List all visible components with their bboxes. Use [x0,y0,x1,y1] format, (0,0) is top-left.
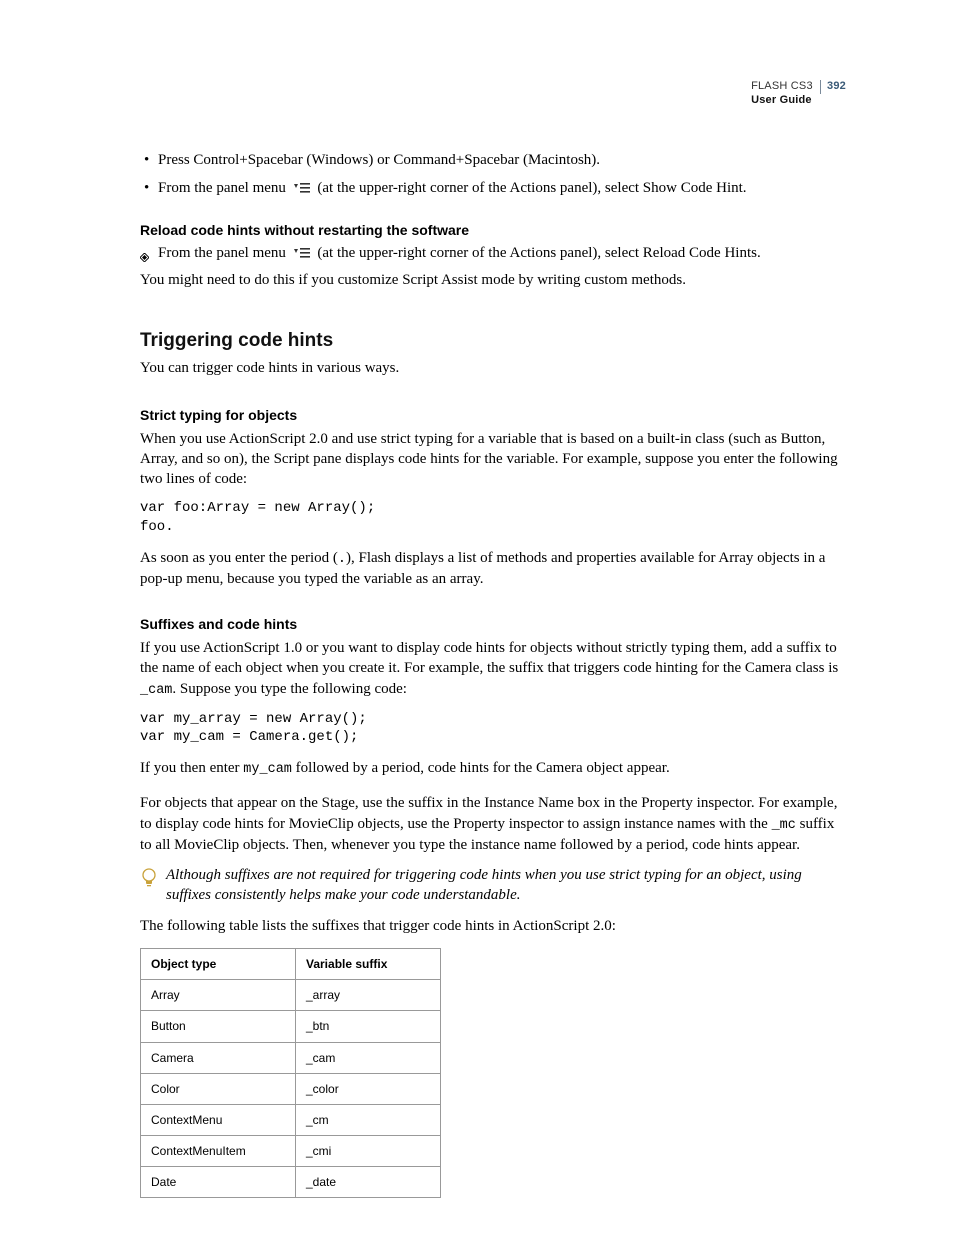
table-row: ContextMenuItem_cmi [141,1136,441,1167]
table-row: Color_color [141,1073,441,1104]
page-content: Press Control+Spacebar (Windows) or Comm… [140,150,849,1198]
tip-block: Although suffixes are not required for t… [140,865,849,906]
panel-menu-icon [293,247,311,259]
text-fragment: As soon as you enter the period ( [140,550,338,566]
step-text-prefix: From the panel menu [158,245,286,261]
table-row: Array_array [141,980,441,1011]
inline-code: _mc [772,818,796,833]
bullet-text-suffix: (at the upper-right corner of the Action… [317,180,746,196]
table-row: Button_btn [141,1011,441,1042]
table-header-cell: Object type [141,948,296,979]
doc-subtitle: User Guide [751,94,846,108]
subsection-heading: Suffixes and code hints [140,615,849,634]
top-bullet-list: Press Control+Spacebar (Windows) or Comm… [140,150,849,199]
product-name: FLASH CS3 [751,80,813,92]
bullet-text-prefix: From the panel menu [158,180,286,196]
code-block: var my_array = new Array(); var my_cam =… [140,710,849,746]
body-text: For objects that appear on the Stage, us… [140,793,849,855]
inline-code: _cam [140,683,172,698]
table-cell: ContextMenuItem [141,1136,296,1167]
lightbulb-icon [140,867,158,895]
table-cell: Button [141,1011,296,1042]
table-cell: Array [141,980,296,1011]
table-cell: _cmi [296,1136,441,1167]
step-text-suffix: (at the upper-right corner of the Action… [317,245,760,261]
table-cell: ContextMenu [141,1104,296,1135]
panel-menu-icon [293,182,311,194]
subsection-heading: Reload code hints without restarting the… [140,221,849,240]
body-text: You might need to do this if you customi… [140,270,849,290]
diamond-bullet-icon [140,248,149,257]
body-text: You can trigger code hints in various wa… [140,358,849,378]
text-fragment: . Suppose you type the following code: [172,681,407,697]
body-text: As soon as you enter the period (.), Fla… [140,548,849,589]
table-cell: _btn [296,1011,441,1042]
body-text: If you use ActionScript 1.0 or you want … [140,638,849,700]
text-fragment: If you use ActionScript 1.0 or you want … [140,640,838,676]
step-item: From the panel menu (at the upper-right … [140,243,849,263]
table-header-cell: Variable suffix [296,948,441,979]
bullet-text: Press Control+Spacebar (Windows) or Comm… [158,152,600,168]
table-row: Date_date [141,1167,441,1198]
code-block: var foo:Array = new Array(); foo. [140,499,849,535]
table-cell: Date [141,1167,296,1198]
inline-code: my_cam [243,762,292,777]
suffix-table: Object type Variable suffix Array_arrayB… [140,948,441,1199]
table-header-row: Object type Variable suffix [141,948,441,979]
inline-code: . [338,552,346,567]
running-header: FLASH CS3 392 User Guide [751,80,846,108]
section-heading: Triggering code hints [140,328,849,354]
text-fragment: If you then enter [140,760,243,776]
table-cell: _cam [296,1042,441,1073]
list-item: From the panel menu (at the upper-right … [140,178,849,198]
body-text: If you then enter my_cam followed by a p… [140,758,849,779]
body-text: When you use ActionScript 2.0 and use st… [140,429,849,490]
text-fragment: For objects that appear on the Stage, us… [140,795,837,831]
text-fragment: followed by a period, code hints for the… [292,760,670,776]
table-cell: Camera [141,1042,296,1073]
subsection-heading: Strict typing for objects [140,406,849,425]
table-cell: Color [141,1073,296,1104]
table-cell: _array [296,980,441,1011]
table-body: Array_arrayButton_btnCamera_camColor_col… [141,980,441,1198]
list-item: Press Control+Spacebar (Windows) or Comm… [140,150,849,170]
table-cell: _cm [296,1104,441,1135]
table-cell: _color [296,1073,441,1104]
body-text: The following table lists the suffixes t… [140,916,849,936]
page-number: 392 [820,80,846,94]
tip-text: Although suffixes are not required for t… [166,865,849,906]
table-row: Camera_cam [141,1042,441,1073]
table-cell: _date [296,1167,441,1198]
table-row: ContextMenu_cm [141,1104,441,1135]
page: FLASH CS3 392 User Guide Press Control+S… [0,0,954,1235]
